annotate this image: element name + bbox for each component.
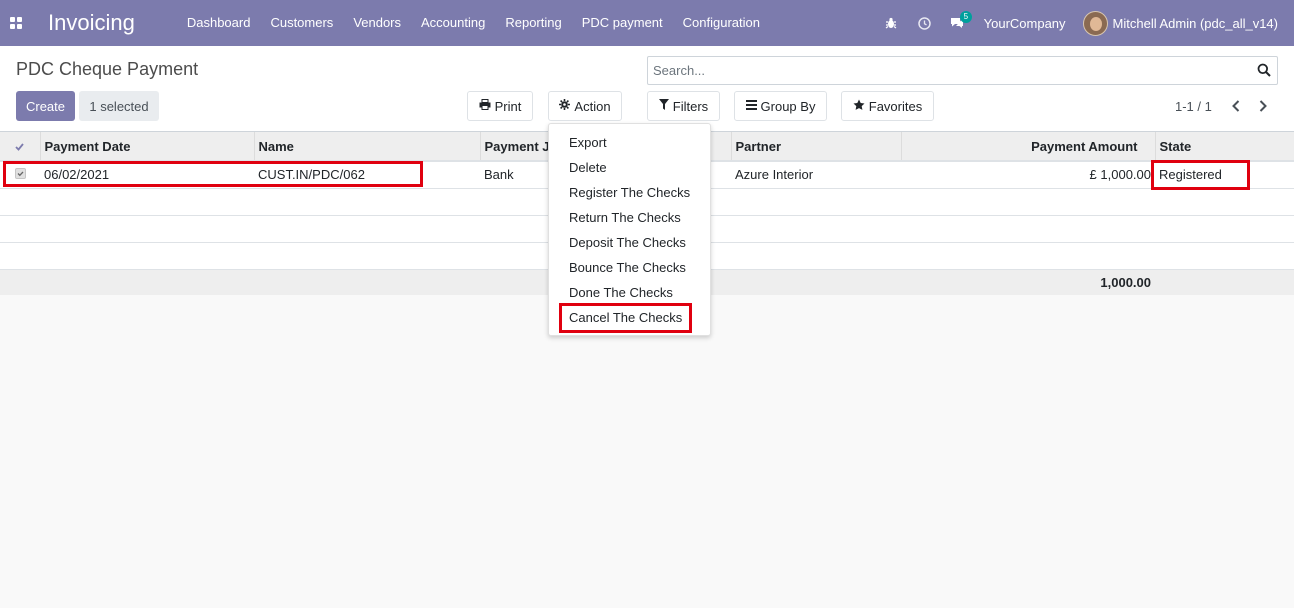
menu-item-deposit-checks[interactable]: Deposit The Checks [569,235,686,250]
select-all-checkbox[interactable] [0,132,41,162]
menu-vendors[interactable]: Vendors [343,0,411,46]
printer-icon [479,99,491,113]
pager-value[interactable]: 1-1 / 1 [1175,99,1212,114]
column-state[interactable]: State [1155,132,1294,162]
action-label: Action [574,98,611,114]
app-name[interactable]: Invoicing [48,10,135,36]
page-title[interactable]: PDC Cheque Payment [16,59,198,80]
menu-item-register-checks[interactable]: Register The Checks [569,185,690,200]
selected-count: 1 selected [79,91,159,121]
groupby-button[interactable]: Group By [734,91,827,121]
bars-icon [745,99,757,113]
highlight-box-cancel-checks [559,303,692,333]
navbar-systray: 5 YourCompany Mitchell Admin (pdc_all_v1… [875,0,1294,46]
chevron-left-icon[interactable] [1226,96,1246,116]
highlight-box-state [1151,160,1250,190]
menu-item-return-checks[interactable]: Return The Checks [569,210,681,225]
search-input[interactable] [648,57,1243,84]
cell-partner[interactable]: Azure Interior [731,161,901,189]
search-bar [647,56,1278,85]
highlight-box-selected-row [3,161,423,187]
column-name[interactable]: Name [254,132,481,162]
print-label: Print [494,98,522,114]
filters-button[interactable]: Filters [647,91,720,121]
column-partner[interactable]: Partner [731,132,902,162]
create-button[interactable]: Create [16,91,75,121]
menu-dashboard[interactable]: Dashboard [177,0,261,46]
filters-label: Filters [672,98,709,114]
column-payment-date[interactable]: Payment Date [40,132,255,162]
user-name: Mitchell Admin (pdc_all_v14) [1112,15,1278,31]
debug-bug-icon[interactable] [875,0,908,46]
chevron-right-icon[interactable] [1253,96,1273,116]
menu-configuration[interactable]: Configuration [673,0,770,46]
menu-item-delete[interactable]: Delete [569,160,607,175]
cell-amount[interactable]: £ 1,000.00 [901,161,1155,189]
menu-accounting[interactable]: Accounting [411,0,495,46]
column-payment-amount[interactable]: Payment Amount [901,132,1156,162]
favorites-button[interactable]: Favorites [841,91,934,121]
check-icon [15,142,25,153]
user-avatar [1082,10,1108,36]
company-switcher[interactable]: YourCompany [974,16,1083,31]
favorites-label: Favorites [868,98,923,114]
control-panel: PDC Cheque Payment Create 1 selected Pri… [0,46,1294,132]
top-navbar: Invoicing Dashboard Customers Vendors Ac… [0,0,1294,46]
star-icon [853,99,865,114]
menu-item-bounce-checks[interactable]: Bounce The Checks [569,260,686,275]
menu-item-done-checks[interactable]: Done The Checks [569,285,673,300]
messages-chat-icon[interactable]: 5 [941,0,974,46]
main-menu: Dashboard Customers Vendors Accounting R… [177,0,770,46]
menu-pdc-payment[interactable]: PDC payment [572,0,673,46]
search-icon[interactable] [1257,63,1271,77]
gear-icon [559,99,571,113]
filter-icon [658,99,669,113]
print-button[interactable]: Print [467,91,533,121]
messages-badge: 5 [959,11,973,23]
apps-menu-icon[interactable] [0,0,32,46]
menu-customers[interactable]: Customers [260,0,343,46]
activity-clock-icon[interactable] [908,0,941,46]
groupby-label: Group By [760,98,816,114]
user-menu[interactable]: Mitchell Admin (pdc_all_v14) [1082,10,1294,36]
menu-item-export[interactable]: Export [569,135,607,150]
menu-reporting[interactable]: Reporting [495,0,571,46]
total-amount: 1,000.00 [901,269,1155,295]
action-button[interactable]: Action [548,91,622,121]
